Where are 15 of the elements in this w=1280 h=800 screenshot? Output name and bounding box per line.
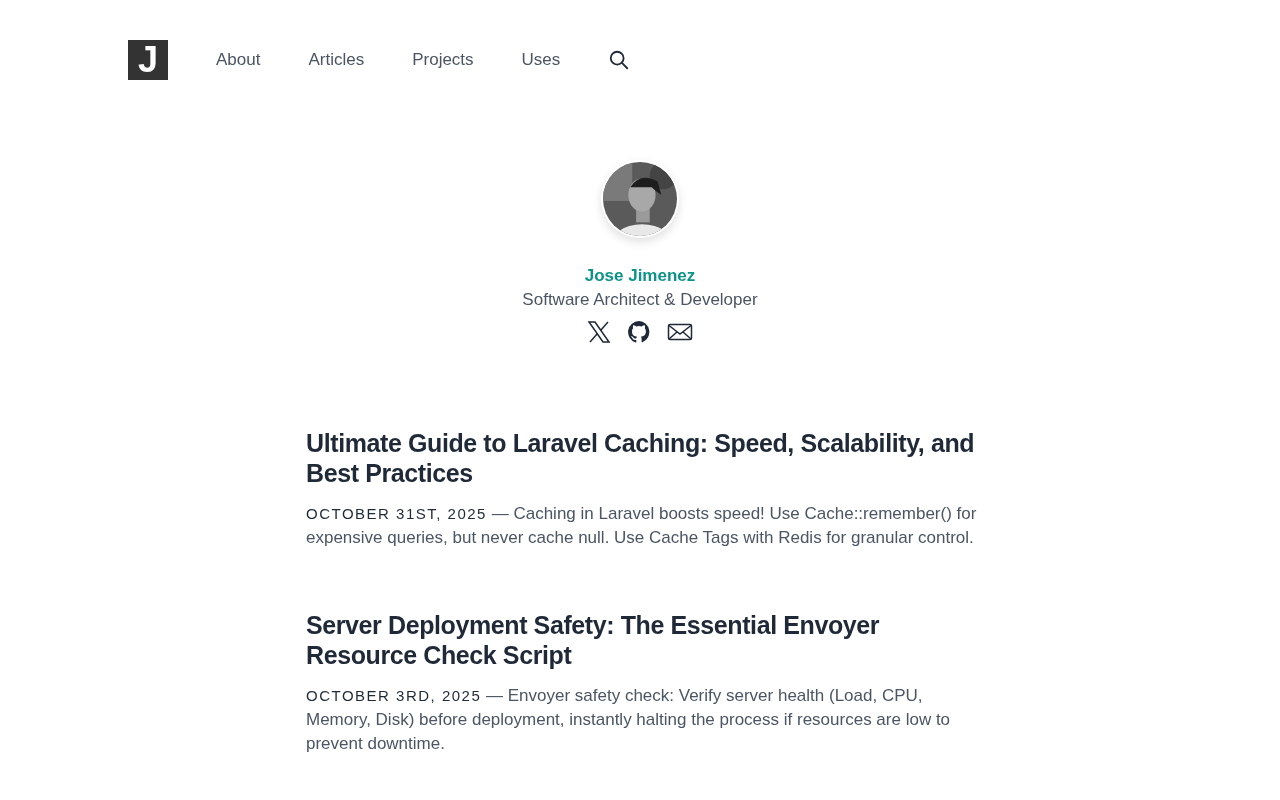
site-logo[interactable]: J [128, 40, 168, 80]
nav-link[interactable]: About [216, 50, 261, 70]
author-name[interactable]: Jose Jimenez [584, 264, 696, 288]
nav-link[interactable]: Projects [412, 50, 474, 70]
search-icon [608, 49, 631, 71]
article-title[interactable]: Ultimate Guide to Laravel Caching: Speed, Scalability, and Best Practices [306, 428, 978, 488]
github-icon[interactable] [627, 320, 651, 344]
article-summary: OCTOBER 31ST, 2025 — Caching in Laravel boosts speed! Use Cache::remember() for expensive queries, but never cache null. Use Cache Tags with Redis for granular control. [306, 503, 978, 549]
article-summary: OCTOBER 3RD, 2025 — Envoyer safety check: Verify server health (Load, CPU, Memory, Disk) before deployment, instantly halting the process if resources are low to prevent downtime. [306, 685, 952, 755]
nav-link[interactable]: Articles [308, 50, 365, 70]
article-title[interactable]: Server Deployment Safety: The Essential Envoyer Resource Check Script [306, 610, 978, 670]
author-role: Software Architect & Developer [522, 289, 758, 311]
x-logo-icon[interactable] [587, 320, 611, 344]
nav-link[interactable]: Uses [521, 50, 561, 70]
search-button[interactable] [608, 49, 631, 71]
